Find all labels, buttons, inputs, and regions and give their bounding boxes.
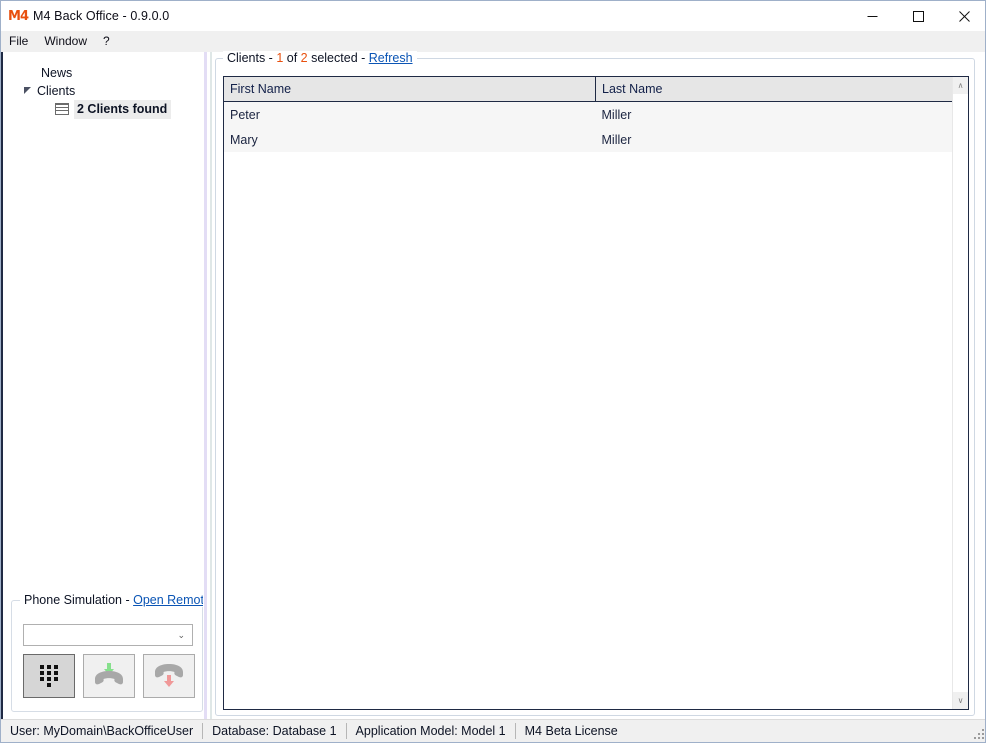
maximize-button[interactable]: [895, 1, 941, 31]
clients-panel: Clients - 1 of 2 selected - Refresh Firs…: [215, 51, 975, 716]
caption-prefix: Clients -: [227, 51, 277, 65]
refresh-link[interactable]: Refresh: [369, 51, 413, 65]
clients-table: First Name Last Name Peter Miller Mary M…: [224, 77, 968, 152]
status-user: User: MyDomain\BackOfficeUser: [1, 723, 204, 739]
phone-simulation-caption: Phone Simulation - Open Remote: [20, 593, 215, 607]
tree-item-news-label: News: [41, 66, 73, 80]
phone-down-arrow-icon: [152, 660, 186, 693]
chevron-down-icon: ⌄: [177, 629, 185, 640]
expander-triangle-icon[interactable]: [21, 82, 35, 100]
grid-vertical-scrollbar[interactable]: ∧ ∨: [952, 77, 968, 709]
table-row[interactable]: Peter Miller: [224, 101, 968, 127]
dialpad-icon: [40, 665, 58, 687]
phone-simulation-panel: Phone Simulation - Open Remote ⌄: [11, 593, 215, 712]
menu-bar: File Window ?: [1, 31, 985, 52]
status-bar: User: MyDomain\BackOfficeUser Database: …: [1, 719, 985, 742]
clients-panel-caption: Clients - 1 of 2 selected - Refresh: [223, 51, 417, 65]
cell-first-name[interactable]: Mary: [224, 127, 596, 152]
grid-icon: [55, 103, 69, 115]
minimize-button[interactable]: [849, 1, 895, 31]
tree-item-clients-found-label: 2 Clients found: [74, 99, 172, 119]
table-header-row: First Name Last Name: [224, 77, 968, 102]
status-application-model: Application Model: Model 1: [347, 723, 516, 739]
phone-simulation-caption-text: Phone Simulation -: [24, 593, 134, 607]
column-header-last-name[interactable]: Last Name: [595, 77, 968, 102]
menu-item-window[interactable]: Window: [36, 32, 95, 51]
hangup-call-button[interactable]: [143, 654, 195, 698]
caption-mid: of: [283, 51, 301, 65]
phone-number-combobox[interactable]: ⌄: [23, 624, 193, 646]
cell-last-name[interactable]: Miller: [595, 101, 968, 127]
cell-last-name[interactable]: Miller: [595, 127, 968, 152]
resize-grip[interactable]: [973, 728, 985, 740]
tree-item-clients[interactable]: Clients: [3, 82, 203, 100]
menu-item-help[interactable]: ?: [95, 32, 118, 51]
open-remote-link[interactable]: Open Remote: [133, 593, 211, 607]
close-button[interactable]: [941, 1, 985, 31]
client-area: News Clients 2 Clients found Phone Simul…: [1, 51, 985, 722]
window-title: M4 Back Office - 0.9.0.0: [33, 9, 170, 23]
title-bar: M4 M4 Back Office - 0.9.0.0: [1, 1, 985, 31]
total-count: 2: [300, 51, 308, 65]
splitter-bar-right: [210, 52, 212, 722]
splitter-bar-left: [204, 52, 207, 722]
column-header-first-name[interactable]: First Name: [224, 77, 596, 102]
tree-item-clients-found[interactable]: 2 Clients found: [3, 99, 203, 119]
menu-item-file[interactable]: File: [1, 32, 36, 51]
caption-suffix: selected -: [307, 51, 369, 65]
m4-logo-icon: M4: [8, 8, 29, 24]
tree-item-news[interactable]: News: [3, 64, 203, 82]
status-license: M4 Beta License: [524, 724, 618, 738]
phone-up-arrow-icon: [92, 660, 126, 693]
clients-grid: First Name Last Name Peter Miller Mary M…: [223, 76, 969, 710]
phone-button-row: [23, 654, 195, 698]
navigation-tree: News Clients 2 Clients found: [3, 64, 203, 119]
app-window: M4 M4 Back Office - 0.9.0.0 File Window …: [0, 0, 986, 743]
scroll-down-arrow-icon[interactable]: ∨: [953, 692, 968, 709]
navigation-panel: News Clients 2 Clients found Phone Simul…: [3, 52, 215, 722]
dialpad-button[interactable]: [23, 654, 75, 698]
panel-splitter[interactable]: [203, 52, 213, 722]
cell-first-name[interactable]: Peter: [224, 101, 596, 127]
status-database: Database: Database 1: [203, 723, 347, 739]
answer-call-button[interactable]: [83, 654, 135, 698]
scrollbar-track[interactable]: [953, 94, 968, 692]
scroll-up-arrow-icon[interactable]: ∧: [953, 77, 968, 94]
table-row[interactable]: Mary Miller: [224, 127, 968, 152]
tree-item-clients-label: Clients: [37, 84, 76, 98]
window-controls: [849, 1, 985, 31]
